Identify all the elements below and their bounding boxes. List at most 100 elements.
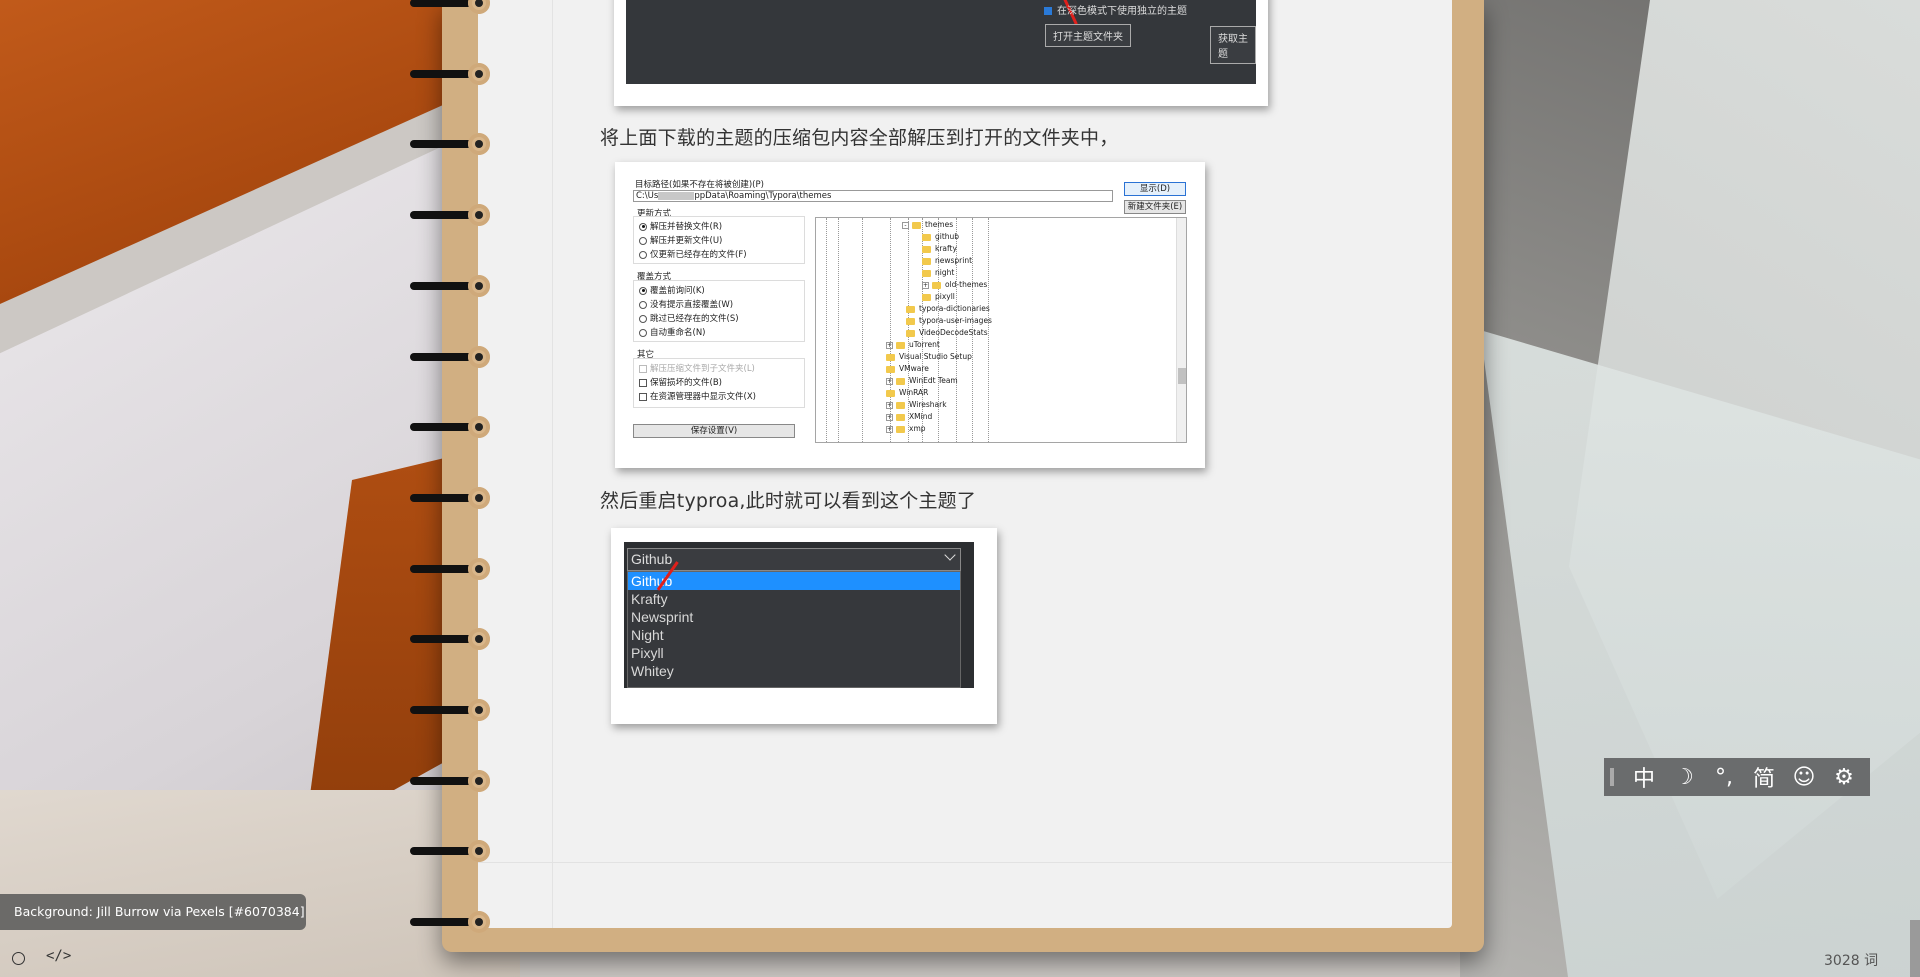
- ime-punctuation-icon[interactable]: °,: [1704, 758, 1744, 796]
- other-option: 在资源管理器中显示文件(X): [639, 390, 756, 402]
- folder-icon: [906, 305, 915, 313]
- binder-ring: [410, 699, 490, 721]
- folder-icon: [922, 269, 931, 277]
- overwrite-option: 覆盖前询问(K): [639, 284, 705, 296]
- folder-icon: [922, 293, 931, 301]
- theme-option: Whitey: [631, 663, 674, 679]
- tree-folder-item: - themes: [902, 220, 953, 229]
- tree-folder-item: krafty: [922, 244, 957, 253]
- theme-option: Krafty: [631, 591, 668, 607]
- tree-scrollbar: [1176, 218, 1186, 442]
- paragraph-extract[interactable]: 将上面下载的主题的压缩包内容全部解压到打开的文件夹中，: [600, 123, 1118, 150]
- folder-icon: [886, 389, 895, 397]
- save-settings-button: 保存设置(V): [633, 424, 795, 438]
- folder-icon: [912, 221, 921, 229]
- binder-ring: [410, 557, 490, 580]
- folder-tree: - themes github krafty newsprint night + old-th…: [815, 217, 1187, 443]
- dark-mode-theme-checkbox: 在深色模式下使用独立的主题: [1044, 2, 1187, 17]
- folder-icon: [922, 233, 931, 241]
- ime-drag-handle[interactable]: [1610, 768, 1614, 786]
- extract-dialog: 目标路径(如果不存在将被创建)(P) C:\Us ppData\Roaming\T…: [627, 174, 1193, 456]
- theme-options-list: Github Krafty Newsprint Night Pixyll Whitey: [627, 571, 961, 688]
- image-theme-settings[interactable]: 在深色模式下使用独立的主题 打开主题文件夹 获取主题: [614, 0, 1268, 106]
- update-option: 仅更新已经存在的文件(F): [639, 248, 747, 260]
- binder-ring: [410, 274, 490, 297]
- chevron-down-icon: [944, 549, 956, 561]
- theme-option: Github: [628, 572, 960, 590]
- tree-folder-item: typora-dictionaries: [906, 304, 990, 313]
- tree-folder-item: + xmp: [886, 424, 926, 433]
- binder-ring: [410, 486, 490, 509]
- tree-folder-item: VMware: [886, 364, 929, 373]
- folder-icon: [922, 257, 931, 265]
- folder-icon: [932, 281, 941, 289]
- binder-ring: [410, 0, 490, 14]
- status-bar: </> 3028 词: [0, 946, 1920, 977]
- folder-icon: [896, 401, 905, 409]
- theme-option: Newsprint: [631, 609, 694, 625]
- overwrite-option: 自动重命名(N): [639, 326, 706, 338]
- theme-option: Pixyll: [631, 645, 664, 661]
- binder-ring: [410, 416, 490, 439]
- tree-folder-item: + old-themes: [922, 280, 988, 289]
- other-option: 保留损坏的文件(B): [639, 376, 722, 388]
- ime-simplified[interactable]: 简: [1744, 758, 1784, 796]
- binder-ring: [410, 133, 490, 156]
- tree-folder-item: + uTorrent: [886, 340, 940, 349]
- folder-icon: [922, 245, 931, 253]
- folder-icon: [906, 317, 915, 325]
- binder-ring: [410, 840, 490, 863]
- tree-folder-item: + XMind: [886, 412, 933, 421]
- ime-emoji-icon[interactable]: ☺: [1784, 758, 1824, 796]
- update-option: 解压并更新文件(U): [639, 234, 722, 246]
- theme-select: Github: [627, 548, 961, 571]
- tree-folder-item: github: [922, 232, 959, 241]
- show-button: 显示(D): [1124, 182, 1186, 196]
- source-code-mode-button[interactable]: </>: [46, 948, 71, 964]
- binder-ring: [410, 911, 490, 934]
- background-credit: Background: Jill Burrow via Pexels [#607…: [0, 894, 306, 930]
- folder-icon: [896, 413, 905, 421]
- window-scrollbar[interactable]: [1910, 920, 1920, 977]
- overwrite-option: 跳过已经存在的文件(S): [639, 312, 739, 324]
- get-themes-button: 获取主题: [1210, 26, 1256, 64]
- folder-icon: [896, 341, 905, 349]
- ime-chinese-mode[interactable]: 中: [1624, 758, 1664, 796]
- theme-settings-panel: 在深色模式下使用独立的主题 打开主题文件夹 获取主题: [626, 0, 1256, 84]
- tree-folder-item: pixyll: [922, 292, 955, 301]
- open-theme-folder-button: 打开主题文件夹: [1045, 24, 1131, 47]
- redacted-username: [658, 191, 695, 200]
- tree-folder-item: + WinEdt Team: [886, 376, 958, 385]
- new-folder-button: 新建文件夹(E): [1124, 200, 1186, 214]
- ime-moon-icon[interactable]: ☽: [1664, 758, 1704, 796]
- ime-settings-icon[interactable]: ⚙: [1824, 758, 1864, 796]
- overwrite-option: 没有提示直接覆盖(W): [639, 298, 733, 310]
- binder-ring: [410, 345, 490, 368]
- folder-icon: [886, 365, 895, 373]
- tree-folder-item: + Wireshark: [886, 400, 947, 409]
- folder-icon: [896, 377, 905, 385]
- page-margin-line: [552, 0, 553, 928]
- folder-icon: [886, 353, 895, 361]
- image-theme-dropdown[interactable]: Github Github Krafty Newsprint Night Pixyll W…: [611, 528, 997, 724]
- binder-ring: [410, 204, 490, 227]
- ime-toolbar[interactable]: 中 ☽ °, 简 ☺ ⚙: [1604, 758, 1870, 796]
- image-extract-dialog[interactable]: 目标路径(如果不存在将被创建)(P) C:\Us ppData\Roaming\T…: [615, 162, 1205, 468]
- page-footer-line: [478, 862, 1452, 863]
- binder-ring: [410, 769, 490, 792]
- tree-folder-item: WinRAR: [886, 388, 928, 397]
- paragraph-restart[interactable]: 然后重启typroa,此时就可以看到这个主题了: [600, 486, 976, 513]
- binder-ring: [410, 62, 490, 85]
- tree-folder-item: night: [922, 268, 954, 277]
- update-option: 解压并替换文件(R): [639, 220, 722, 232]
- tree-folder-item: newsprint: [922, 256, 972, 265]
- theme-option: Night: [631, 627, 664, 643]
- sidebar-toggle-icon[interactable]: [12, 952, 25, 965]
- theme-dropdown: Github Github Krafty Newsprint Night Pixyll W…: [624, 542, 974, 688]
- word-count[interactable]: 3028 词: [1824, 950, 1878, 970]
- folder-icon: [906, 329, 915, 337]
- target-path-label: 目标路径(如果不存在将被创建)(P): [635, 180, 764, 190]
- target-path-field: C:\Us ppData\Roaming\Typora\themes: [633, 190, 1113, 202]
- tree-folder-item: typora-user-images: [906, 316, 992, 325]
- tree-folder-item: Visual Studio Setup: [886, 352, 972, 361]
